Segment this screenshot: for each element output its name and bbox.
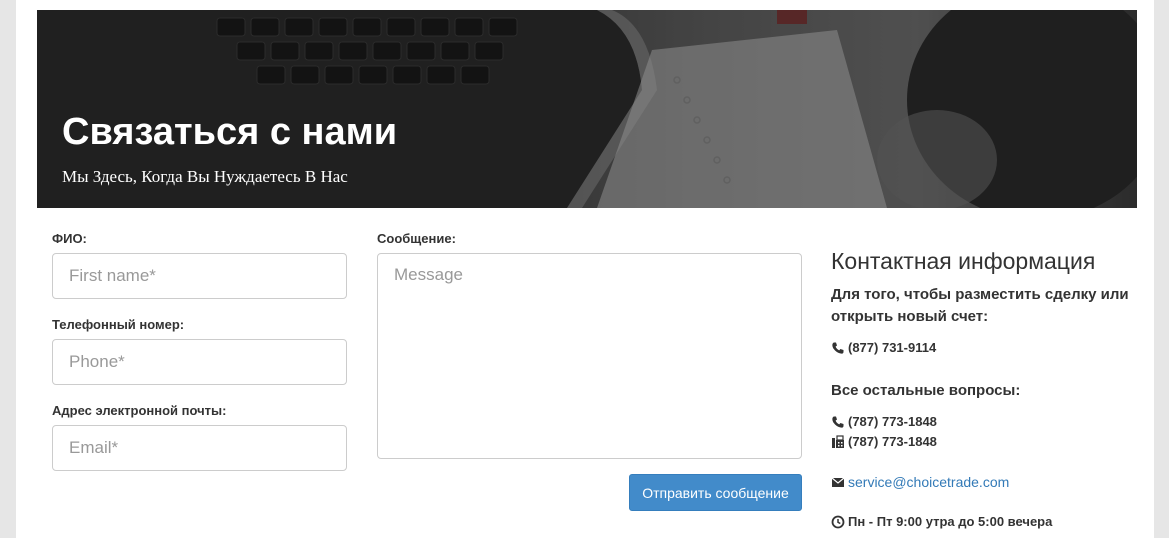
clock-icon [831,515,845,529]
contact-info-title: Контактная информация [831,248,1096,274]
page-subtitle: Мы Здесь, Когда Вы Нуждаетесь В Нас [62,167,348,186]
email-label: Адрес электронной почты: [52,403,227,418]
fax-line: (787) 773-1848 [831,433,937,451]
message-textarea[interactable] [377,253,802,459]
fax-number: (787) 773-1848 [848,434,937,449]
other-phone-number: (787) 773-1848 [848,414,937,429]
email-line: service@choicetrade.com [831,473,1009,491]
trade-phone-line: (877) 731-9114 [831,339,936,357]
message-label: Сообщение: [377,231,456,246]
hero-banner: Связаться с нами Мы Здесь, Когда Вы Нужд… [37,10,1137,208]
fax-icon [831,435,845,449]
other-phone-line: (787) 773-1848 [831,413,937,431]
hours-line: Пн - Пт 9:00 утра до 5:00 вечера [831,513,1052,531]
phone-icon [831,341,845,355]
phone-label: Телефонный номер: [52,317,185,332]
envelope-icon [831,475,845,489]
email-input[interactable] [52,425,347,471]
page-title: Связаться с нами [62,111,398,153]
name-label: ФИО: [52,231,87,246]
phone-icon [831,415,845,429]
trade-phone-number: (877) 731-9114 [848,340,937,355]
trade-info-text: Для того, чтобы разместить сделку или от… [831,286,1129,325]
name-input[interactable] [52,253,347,299]
business-hours: Пн - Пт 9:00 утра до 5:00 вечера [848,514,1053,529]
email-link[interactable]: service@choicetrade.com [848,473,1009,491]
phone-input[interactable] [52,339,347,385]
other-questions-text: Все остальные вопросы: [831,382,1021,399]
send-message-button[interactable]: Отправить сообщение [629,474,802,511]
